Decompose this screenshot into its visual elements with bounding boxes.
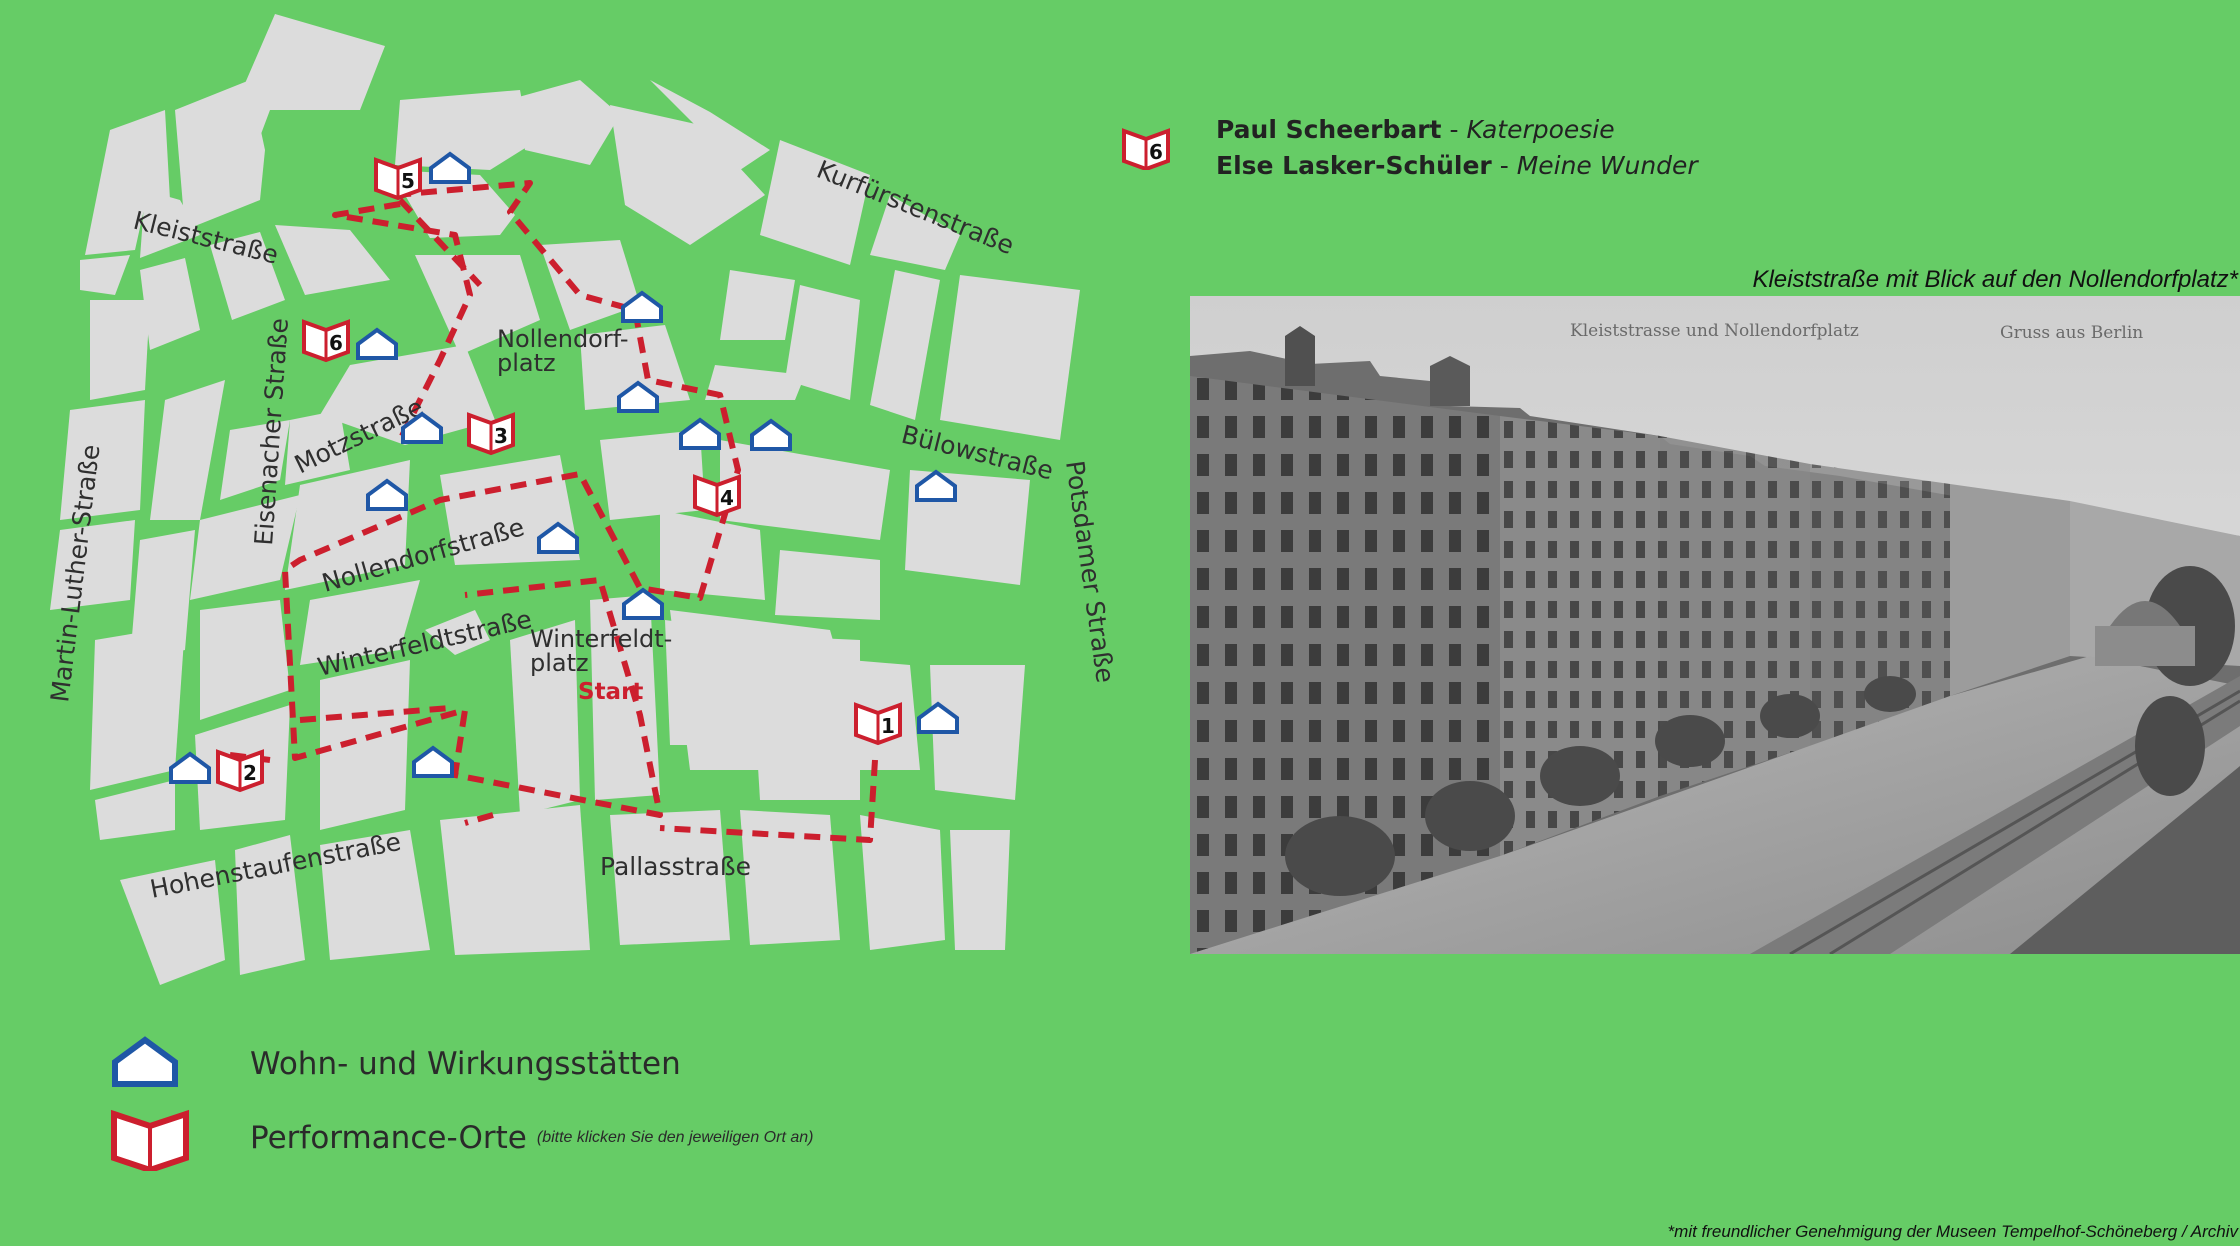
performance-place-4[interactable]: 4: [693, 475, 741, 517]
house-icon: [112, 1036, 178, 1087]
svg-text:3: 3: [494, 424, 508, 448]
legend-label-performances: Performance-Orte: [250, 1120, 527, 1156]
credit-footnote: *mit freundlicher Genehmigung der Museen…: [1667, 1222, 2238, 1241]
svg-text:2: 2: [243, 761, 257, 785]
svg-text:6: 6: [1149, 140, 1163, 164]
work-title: Katerpoesie: [1466, 115, 1615, 144]
book-icon: 6: [1122, 128, 1170, 170]
info-line-scheerbart: Paul Scheerbart - Katerpoesie: [1216, 112, 1698, 148]
svg-text:5: 5: [401, 169, 415, 193]
house-icon: [412, 746, 454, 778]
start-label: Start: [578, 679, 643, 705]
book-icon: [111, 1109, 189, 1171]
place-label-nollendorfplatz-2: platz: [497, 349, 556, 377]
historic-postcard-photo: Kleiststrasse und Nollendorfplatz Gruss …: [1190, 296, 2240, 954]
separator: -: [1491, 151, 1517, 180]
author-name: Else Lasker-Schüler: [1216, 151, 1492, 180]
house-icon: [750, 419, 792, 451]
svg-text:1: 1: [881, 714, 895, 738]
postcard-inscription-right: Gruss aus Berlin: [2000, 323, 2143, 343]
legend-label-residences: Wohn- und Wirkungsstätten: [250, 1046, 681, 1082]
house-icon: [679, 418, 721, 450]
place-label-winterfeldtplatz-2: platz: [530, 649, 589, 677]
performance-place-6[interactable]: 6: [302, 320, 350, 362]
separator: -: [1441, 115, 1467, 144]
postcard-inscription-left: Kleiststrasse und Nollendorfplatz: [1570, 321, 1859, 341]
legend-row-performances: Performance-Orte (bitte klicken Sie den …: [110, 1105, 813, 1171]
info-line-lasker-schueler: Else Lasker-Schüler - Meine Wunder: [1216, 148, 1698, 184]
neighbourhood-map: Kleiststraße Kurfürstenstraße Eisenacher…: [45, 14, 1120, 985]
performance-place-5[interactable]: 5: [374, 158, 422, 200]
street-label-potsdamer-strasse: Potsdamer Straße: [1060, 459, 1120, 685]
svg-text:6: 6: [329, 331, 343, 355]
house-icon: [622, 588, 664, 620]
photo-caption: Kleiststraße mit Blick auf den Nollendor…: [1752, 266, 2238, 293]
street-label-pallasstrasse: Pallasstraße: [600, 852, 751, 881]
house-icon: [356, 328, 398, 360]
work-title: Meine Wunder: [1516, 151, 1698, 180]
legend-hint: (bitte klicken Sie den jeweiligen Ort an…: [536, 1129, 814, 1146]
svg-text:4: 4: [720, 486, 734, 510]
author-name: Paul Scheerbart: [1216, 115, 1442, 144]
performance-info: 6 Paul Scheerbart - Katerpoesie Else Las…: [1120, 112, 1740, 192]
legend-row-residences: Wohn- und Wirkungsstätten: [110, 1035, 681, 1093]
legend: Wohn- und Wirkungsstätten Performance-Or…: [110, 1035, 1010, 1175]
